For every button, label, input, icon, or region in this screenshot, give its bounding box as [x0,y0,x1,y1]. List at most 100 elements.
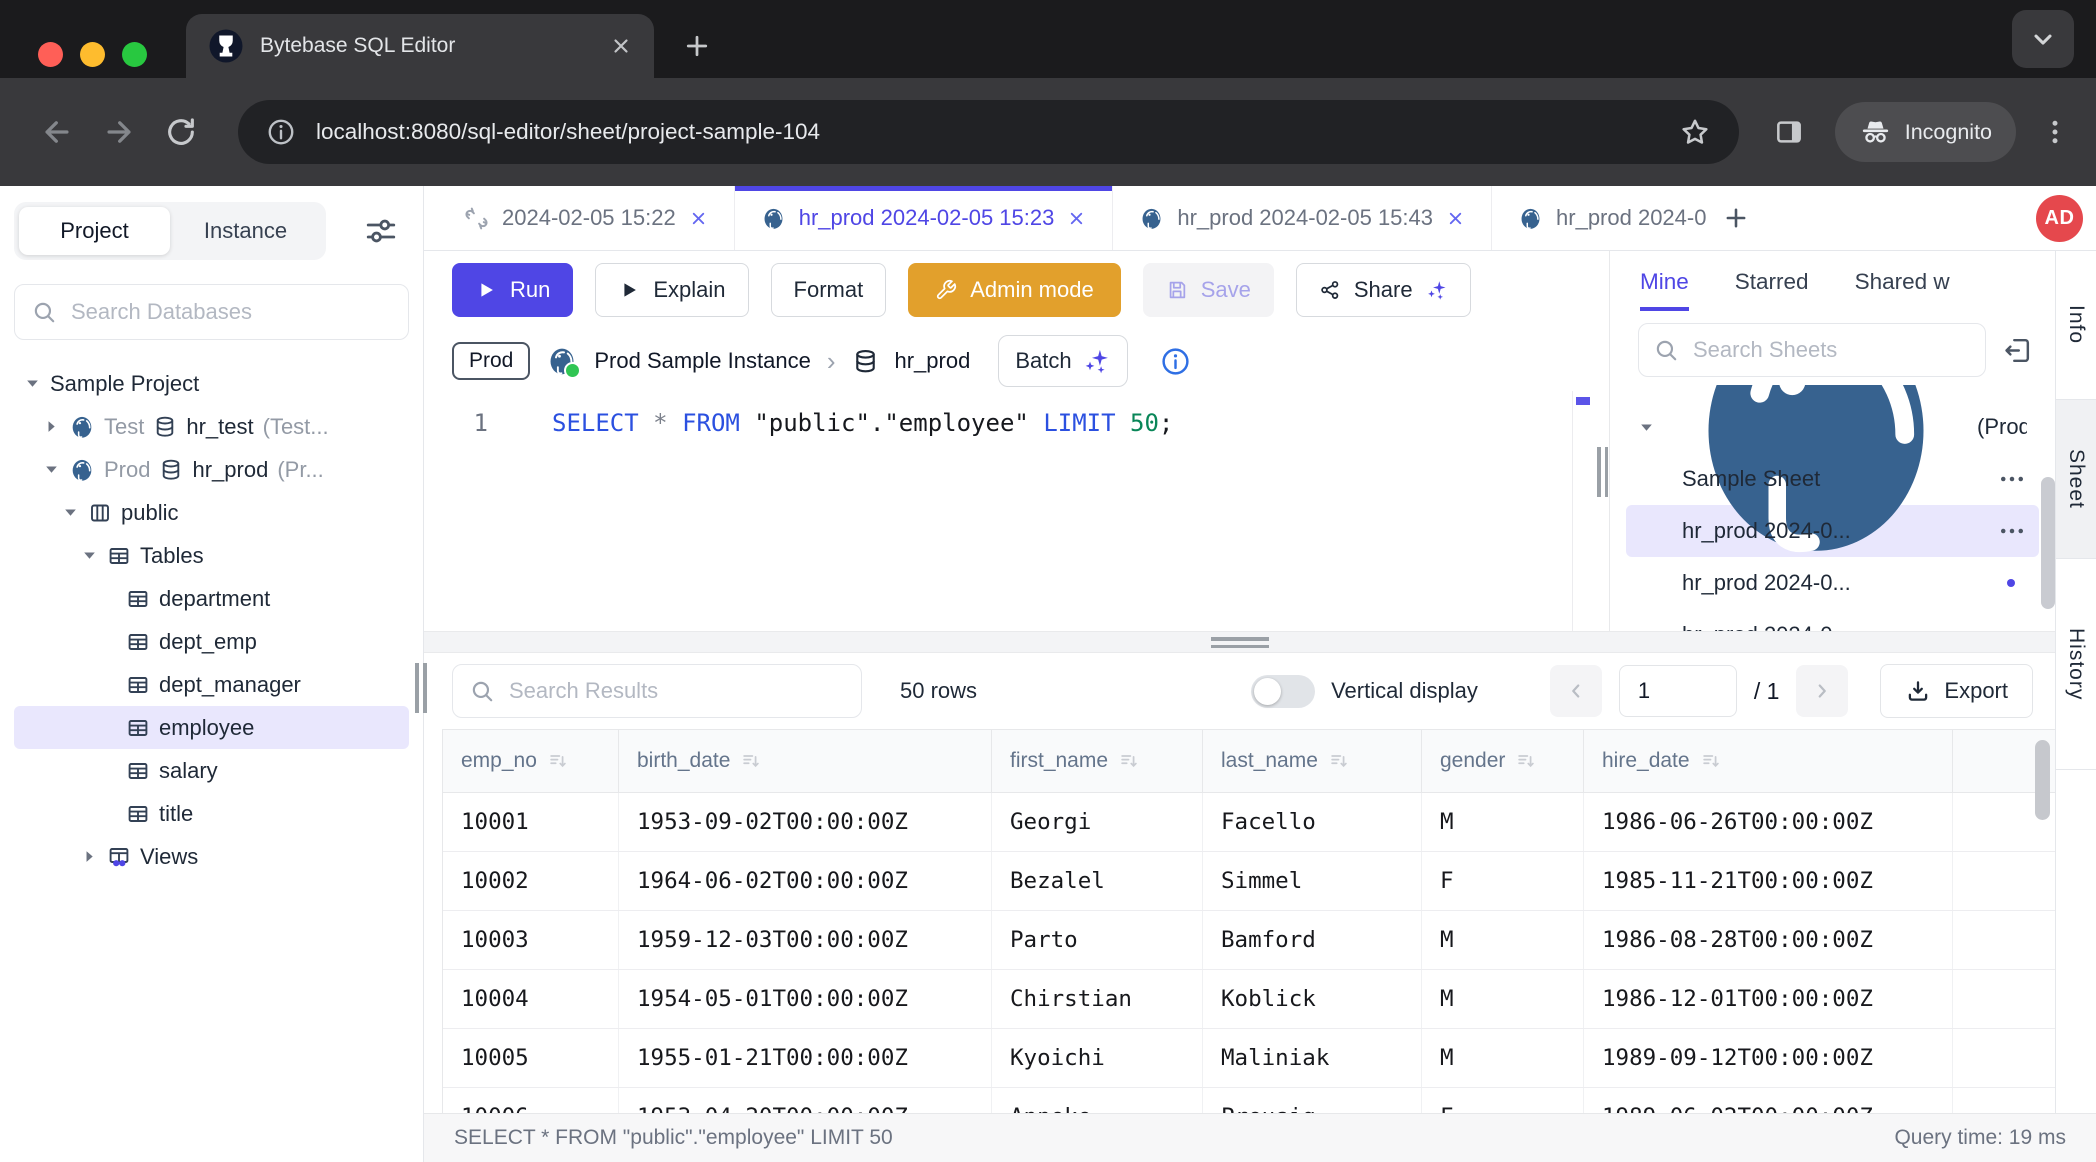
back-icon[interactable] [40,115,74,149]
sheet-scrollbar-thumb[interactable] [2041,477,2055,609]
tree-item[interactable]: dept_emp [14,620,409,663]
side-tab-info[interactable]: Info [2056,251,2096,400]
close-tab-icon[interactable] [1067,209,1086,228]
database-search-input[interactable] [69,298,392,326]
results-search-input[interactable] [507,677,845,705]
run-button[interactable]: Run [452,263,573,317]
editor-scrollbar[interactable] [1572,391,1593,631]
new-browser-tab-button[interactable] [682,31,712,61]
sql-editor[interactable]: 1 SELECT * FROM "public"."employee" LIMI… [424,393,1593,631]
export-button[interactable]: Export [1880,664,2033,718]
prev-page-button[interactable] [1550,665,1602,717]
database-name[interactable]: hr_prod [895,348,971,374]
table-cell-filler [1953,911,2055,969]
column-header[interactable]: last_name [1203,730,1422,792]
next-page-button[interactable] [1796,665,1848,717]
close-tab-icon[interactable] [689,209,708,228]
table-row[interactable]: 100021964-06-02T00:00:00ZBezalelSimmelF1… [443,852,2055,911]
avatar[interactable]: AD [2036,195,2083,242]
tree-item[interactable]: Testhr_test(Test... [14,405,409,448]
info-icon[interactable] [1160,346,1191,377]
sheet-panel-resize-handle[interactable] [1597,447,1608,497]
chevron-left-icon [1565,680,1587,702]
sheet-search[interactable] [1638,323,1986,377]
table-cell: Preusig [1203,1088,1422,1113]
editor-tab[interactable]: hr_prod 2024-02-05 15:43 [1113,186,1492,250]
address-bar[interactable]: localhost:8080/sql-editor/sheet/project-… [238,100,1739,164]
format-button[interactable]: Format [771,263,887,317]
sheet-item-menu-icon[interactable] [1997,464,2027,494]
tree-item[interactable]: Views [14,835,409,878]
close-tab-icon[interactable] [1446,209,1465,228]
explain-button[interactable]: Explain [595,263,748,317]
filter-settings-icon[interactable] [363,213,399,249]
page-number-input[interactable] [1619,665,1737,717]
table-row[interactable]: 100061953-04-20T00:00:00ZAnnekePreusigF1… [443,1088,2055,1113]
tree-item[interactable]: dept_manager [14,663,409,706]
side-tab-sheet[interactable]: Sheet [2056,400,2096,559]
tree-item[interactable]: department [14,577,409,620]
close-tab-icon[interactable] [610,35,632,57]
tree-item[interactable]: employee [14,706,409,749]
table-row[interactable]: 100031959-12-03T00:00:00ZPartoBamfordM19… [443,911,2055,970]
close-window-button[interactable] [38,42,63,67]
sheet-tab-shared-w[interactable]: Shared w [1855,257,1950,311]
sheet-item[interactable]: (Prod) hr_prod [1626,401,2039,453]
results-search[interactable] [452,664,862,718]
batch-button[interactable]: Batch [998,335,1127,387]
save-button[interactable]: Save [1143,263,1274,317]
forward-icon[interactable] [102,115,136,149]
instance-name[interactable]: Prod Sample Instance [594,348,810,374]
results-resize-handle[interactable] [1211,637,1269,648]
site-info-icon[interactable] [266,117,296,147]
database-search[interactable] [14,284,409,340]
tree-item[interactable]: Sample Project [14,362,409,405]
table-row[interactable]: 100051955-01-21T00:00:00ZKyoichiMaliniak… [443,1029,2055,1088]
chevron-right-icon [1811,680,1833,702]
table-row[interactable]: 100011953-09-02T00:00:00ZGeorgiFacelloM1… [443,793,2055,852]
sidebar-tab-project[interactable]: Project [19,207,170,255]
collapse-panel-icon[interactable] [2002,335,2033,366]
tree-item[interactable]: title [14,792,409,835]
vertical-display-toggle[interactable] [1251,675,1315,708]
sheet-item-label: Sample Sheet [1682,466,1986,492]
new-sheet-tab-button[interactable] [1706,186,1766,250]
editor-tab[interactable]: 2024-02-05 15:22 [438,186,735,250]
tree-item[interactable]: salary [14,749,409,792]
sidebar-resize-handle[interactable] [415,663,427,713]
sheet-search-input[interactable] [1691,336,1971,364]
side-panel-icon[interactable] [1773,116,1805,148]
sidebar-tab-instance[interactable]: Instance [170,207,321,255]
tab-search-button[interactable] [2012,10,2074,68]
column-header[interactable]: hire_date [1584,730,1953,792]
tree-item[interactable]: Tables [14,534,409,577]
browser-toolbar: localhost:8080/sql-editor/sheet/project-… [0,78,2096,186]
browser-menu-icon[interactable] [2040,117,2070,147]
column-header[interactable]: gender [1422,730,1584,792]
ai-sparkles-icon [1083,347,1111,375]
browser-tab[interactable]: Bytebase SQL Editor [186,14,654,78]
environment-chip[interactable]: Prod [452,342,530,380]
sheet-tab-mine[interactable]: Mine [1640,257,1689,311]
admin-mode-button[interactable]: Admin mode [908,263,1121,317]
bookmark-star-icon[interactable] [1679,116,1711,148]
sheet-item[interactable]: hr_prod 2024-0... [1626,609,2039,631]
editor-tab[interactable]: hr_prod 2024-0 [1492,186,1706,250]
minimize-window-button[interactable] [80,42,105,67]
maximize-window-button[interactable] [122,42,147,67]
column-header[interactable]: birth_date [619,730,992,792]
ai-sparkles-icon[interactable] [1426,279,1448,301]
table-row[interactable]: 100041954-05-01T00:00:00ZChirstianKoblic… [443,970,2055,1029]
column-header[interactable]: first_name [992,730,1203,792]
table-cell: 10003 [443,911,619,969]
editor-tab[interactable]: hr_prod 2024-02-05 15:23 [735,186,1114,250]
side-tab-history[interactable]: History [2056,559,2096,770]
sheet-item-menu-icon[interactable] [1997,516,2027,546]
tree-item[interactable]: public [14,491,409,534]
tree-item[interactable]: Prodhr_prod(Pr... [14,448,409,491]
reload-icon[interactable] [164,115,198,149]
sheet-tab-starred[interactable]: Starred [1735,257,1809,311]
share-button[interactable]: Share [1296,263,1471,317]
table-scrollbar-thumb[interactable] [2035,740,2050,820]
column-header[interactable]: emp_no [443,730,619,792]
